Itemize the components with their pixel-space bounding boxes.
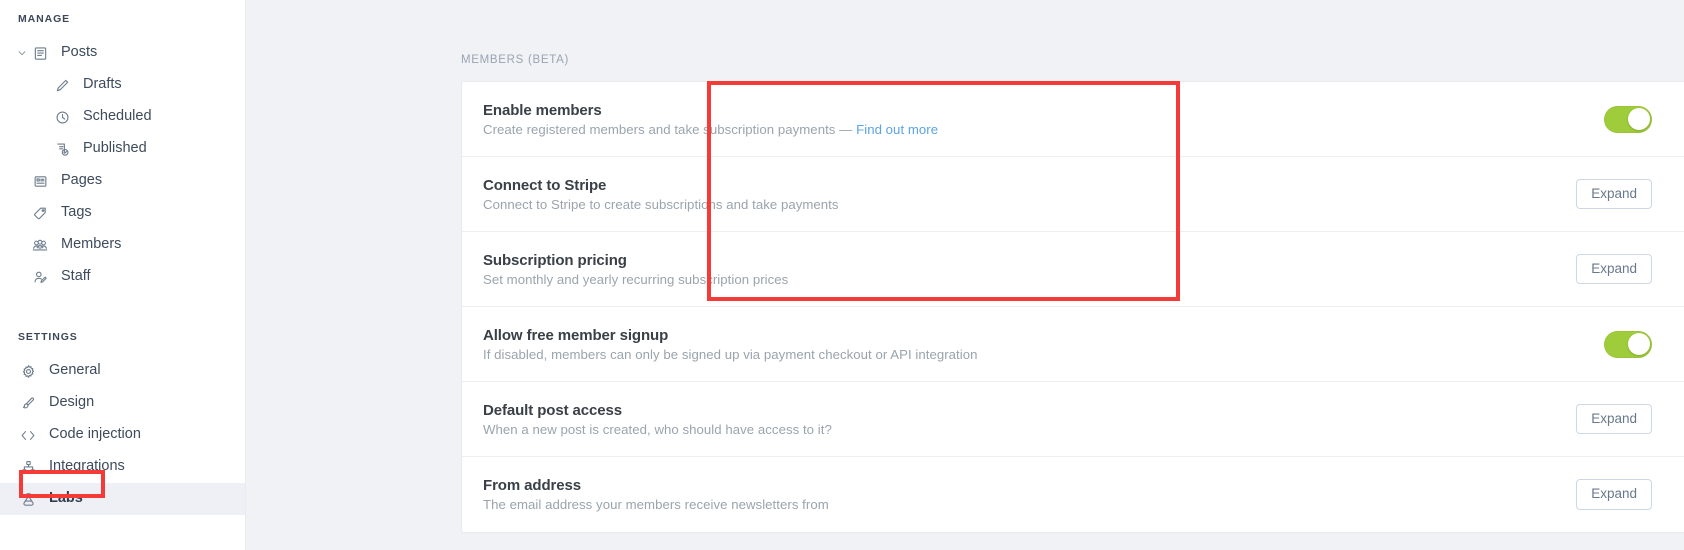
sidebar: MANAGE Posts Drafts Scheduled Published Page… — [0, 0, 246, 550]
sidebar-item-label: Integrations — [49, 459, 125, 475]
sidebar-item-label: Staff — [61, 269, 91, 285]
settings-row: Allow free member signup If disabled, mem… — [462, 307, 1684, 382]
sidebar-item-label: General — [49, 363, 101, 379]
sidebar-item-label: Drafts — [83, 77, 122, 93]
settings-row: Enable members Create registered members … — [462, 82, 1684, 157]
sidebar-settings-list: General Design Code injection Integrations L… — [0, 355, 245, 515]
settings-row-title: Connect to Stripe — [483, 177, 839, 194]
settings-row-description: The email address your members receive n… — [483, 497, 829, 512]
sidebar-item-published[interactable]: Published — [0, 133, 245, 165]
sidebar-item-staff[interactable]: Staff — [0, 261, 245, 293]
sidebar-item-drafts[interactable]: Drafts — [0, 69, 245, 101]
find-out-more-link[interactable]: Find out more — [856, 122, 938, 137]
settings-row-text: From address The email address your membe… — [483, 477, 829, 512]
sidebar-item-general[interactable]: General — [0, 355, 245, 387]
toggle-knob — [1628, 333, 1650, 355]
sidebar-item-code-injection[interactable]: Code injection — [0, 419, 245, 451]
settings-row-action: Expand — [1576, 479, 1652, 510]
settings-row-action: Expand — [1576, 179, 1652, 210]
settings-row-description-text: If disabled, members can only be signed … — [483, 347, 978, 362]
sidebar-item-label: Code injection — [49, 427, 141, 443]
staff-icon — [30, 268, 50, 286]
toggle-knob — [1628, 108, 1650, 130]
settings-row-action: Expand — [1576, 254, 1652, 285]
sidebar-item-scheduled[interactable]: Scheduled — [0, 101, 245, 133]
settings-row-text: Enable members Create registered members … — [483, 102, 938, 137]
pencil-icon — [52, 76, 72, 94]
chevron-down-icon[interactable] — [16, 47, 28, 59]
sidebar-item-label: Labs — [49, 491, 83, 507]
settings-row-text: Connect to Stripe Connect to Stripe to cr… — [483, 177, 839, 212]
toggle-switch[interactable] — [1604, 106, 1652, 133]
sidebar-item-integrations[interactable]: Integrations — [0, 451, 245, 483]
published-icon — [52, 140, 72, 158]
section-label-members-beta: MEMBERS (BETA) — [461, 54, 569, 66]
sidebar-item-label: Design — [49, 395, 94, 411]
sidebar-heading-settings: SETTINGS — [0, 331, 245, 343]
sidebar-manage-list: Posts Drafts Scheduled Published Pages Tags Me… — [0, 37, 245, 293]
settings-row-text: Allow free member signup If disabled, mem… — [483, 327, 978, 362]
sidebar-item-labs[interactable]: Labs — [0, 483, 245, 515]
pages-icon — [30, 172, 50, 190]
sidebar-item-label: Published — [83, 141, 147, 157]
settings-row-text: Default post access When a new post is cr… — [483, 402, 832, 437]
settings-row-description: When a new post is created, who should h… — [483, 422, 832, 437]
settings-row-description: Set monthly and yearly recurring subscri… — [483, 272, 788, 287]
sidebar-heading-manage: MANAGE — [0, 13, 245, 25]
sidebar-item-label: Tags — [61, 205, 92, 221]
sidebar-item-pages[interactable]: Pages — [0, 165, 245, 197]
integrations-icon — [18, 458, 38, 476]
flask-icon — [18, 490, 38, 508]
main-content: MEMBERS (BETA) Enable members Create regi… — [246, 0, 1684, 550]
members-icon — [30, 236, 50, 254]
settings-row-title: Subscription pricing — [483, 252, 788, 269]
sidebar-item-members[interactable]: Members — [0, 229, 245, 261]
settings-row-title: Allow free member signup — [483, 327, 978, 344]
settings-row-description-text: Create registered members and take subsc… — [483, 122, 856, 137]
settings-row: Subscription pricing Set monthly and year… — [462, 232, 1684, 307]
settings-row-description-text: Connect to Stripe to create subscription… — [483, 197, 839, 212]
gear-icon — [18, 362, 38, 380]
settings-row-description-text: When a new post is created, who should h… — [483, 422, 832, 437]
expand-button[interactable]: Expand — [1576, 479, 1652, 510]
settings-row-title: Default post access — [483, 402, 832, 419]
sidebar-item-design[interactable]: Design — [0, 387, 245, 419]
expand-button[interactable]: Expand — [1576, 254, 1652, 285]
settings-row-action — [1604, 331, 1652, 358]
settings-row: Connect to Stripe Connect to Stripe to cr… — [462, 157, 1684, 232]
sidebar-item-posts[interactable]: Posts — [0, 37, 245, 69]
expand-button[interactable]: Expand — [1576, 404, 1652, 435]
settings-row-description-text: The email address your members receive n… — [483, 497, 829, 512]
settings-row: Default post access When a new post is cr… — [462, 382, 1684, 457]
ghost-admin-window: MANAGE Posts Drafts Scheduled Published Page… — [0, 0, 1684, 550]
settings-row-description: If disabled, members can only be signed … — [483, 347, 978, 362]
settings-row-action — [1604, 106, 1652, 133]
toggle-switch[interactable] — [1604, 331, 1652, 358]
code-icon — [18, 426, 38, 444]
brush-icon — [18, 394, 38, 412]
tag-icon — [30, 204, 50, 222]
settings-row: From address The email address your membe… — [462, 457, 1684, 532]
posts-icon — [30, 44, 50, 62]
sidebar-item-label: Scheduled — [83, 109, 152, 125]
sidebar-item-label: Posts — [61, 45, 97, 61]
expand-button[interactable]: Expand — [1576, 179, 1652, 210]
settings-row-text: Subscription pricing Set monthly and year… — [483, 252, 788, 287]
settings-row-title: Enable members — [483, 102, 938, 119]
sidebar-item-label: Members — [61, 237, 121, 253]
settings-row-description: Connect to Stripe to create subscription… — [483, 197, 839, 212]
settings-row-action: Expand — [1576, 404, 1652, 435]
settings-row-description: Create registered members and take subsc… — [483, 122, 938, 137]
sidebar-item-tags[interactable]: Tags — [0, 197, 245, 229]
settings-card: Enable members Create registered members … — [461, 81, 1684, 533]
sidebar-item-label: Pages — [61, 173, 102, 189]
settings-row-description-text: Set monthly and yearly recurring subscri… — [483, 272, 788, 287]
clock-icon — [52, 108, 72, 126]
settings-row-title: From address — [483, 477, 829, 494]
